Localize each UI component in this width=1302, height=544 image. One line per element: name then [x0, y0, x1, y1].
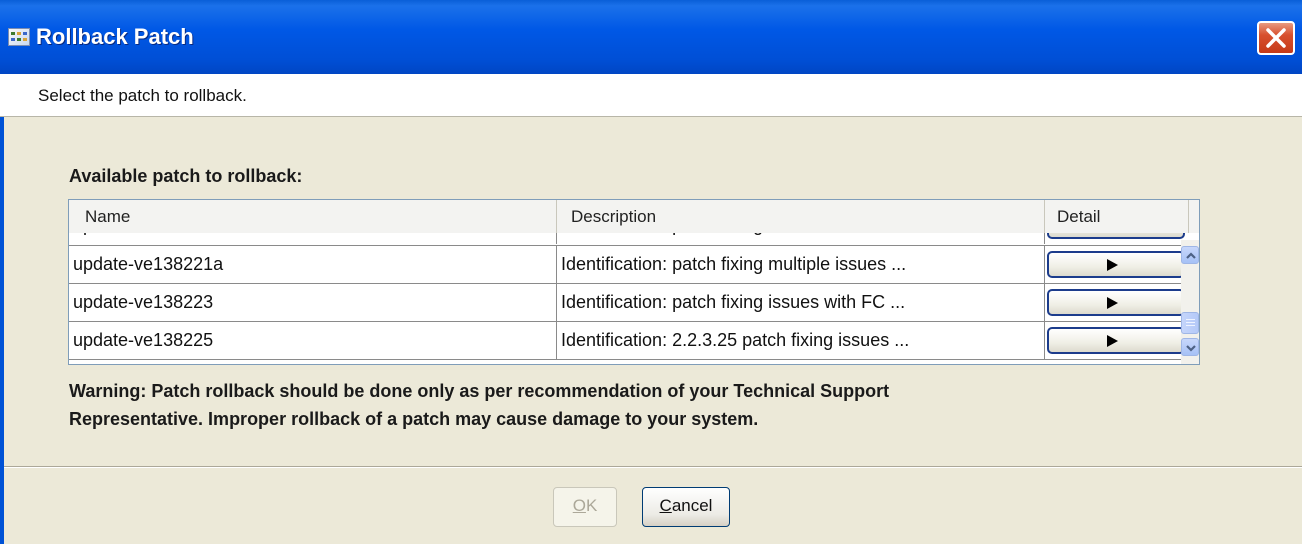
close-icon [1266, 28, 1286, 48]
cancel-mnemonic: C [659, 496, 672, 515]
table-row[interactable]: update-ve138221a Identification: patch f… [69, 246, 1199, 284]
patch-description: Identification: patch fixing an issue wi… [557, 233, 1045, 244]
warning-message: Warning: Patch rollback should be done o… [69, 377, 1219, 433]
table-row[interactable]: update-ve138225 Identification: 2.2.3.25… [69, 322, 1199, 360]
patch-table[interactable]: Name Description Detail update-ve138219 … [68, 199, 1200, 365]
warning-line-1: Warning: Patch rollback should be done o… [69, 381, 890, 401]
ok-label-rest: K [585, 496, 598, 515]
warning-line-2: Representative. Improper rollback of a p… [69, 409, 759, 429]
close-button[interactable] [1257, 21, 1295, 55]
scrollbar-thumb[interactable] [1181, 312, 1199, 334]
ok-button[interactable]: OK [553, 487, 617, 527]
scroll-down-button[interactable] [1181, 338, 1199, 356]
patch-description: Identification: patch fixing issues with… [557, 284, 1045, 321]
table-row[interactable]: update-ve138219 Identification: patch fi… [69, 233, 1199, 246]
scroll-up-button[interactable] [1181, 246, 1199, 264]
title-bar[interactable]: Rollback Patch [0, 0, 1302, 74]
column-header-detail[interactable]: Detail [1045, 200, 1189, 233]
footer-divider-highlight [4, 467, 1302, 468]
chevron-up-icon [1186, 252, 1196, 259]
detail-button[interactable] [1047, 233, 1185, 239]
patch-description: Identification: 2.2.3.25 patch fixing is… [557, 322, 1045, 359]
patch-name: update-ve138221a [69, 246, 557, 283]
play-arrow-icon [1107, 335, 1118, 347]
play-arrow-icon [1107, 297, 1118, 309]
patch-name: update-ve138219 [69, 233, 557, 244]
column-header-name[interactable]: Name [69, 200, 557, 233]
vertical-scrollbar[interactable] [1181, 240, 1199, 364]
table-header: Name Description Detail [69, 200, 1199, 234]
rollback-patch-dialog: Rollback Patch Select the patch to rollb… [0, 0, 1302, 544]
patch-description: Identification: patch fixing multiple is… [557, 246, 1045, 283]
cancel-button[interactable]: Cancel [642, 487, 730, 527]
patch-name: update-ve138223 [69, 284, 557, 321]
play-arrow-icon [1107, 259, 1118, 271]
detail-button[interactable] [1047, 251, 1185, 278]
chevron-down-icon [1186, 345, 1196, 352]
table-label: Available patch to rollback: [69, 166, 303, 186]
detail-button[interactable] [1047, 289, 1185, 316]
instruction-text: Select the patch to rollback. [38, 86, 247, 105]
window-border [0, 74, 4, 544]
ok-mnemonic: O [572, 496, 586, 515]
detail-button[interactable] [1047, 327, 1185, 354]
dialog-title: Rollback Patch [36, 24, 194, 49]
column-header-description[interactable]: Description [557, 200, 1045, 233]
patch-name: update-ve138225 [69, 322, 557, 359]
cancel-label-rest: ancel [671, 496, 713, 515]
instruction-header: Select the patch to rollback. [0, 74, 1302, 117]
app-grid-icon [8, 28, 30, 46]
table-row[interactable]: update-ve138223 Identification: patch fi… [69, 284, 1199, 322]
